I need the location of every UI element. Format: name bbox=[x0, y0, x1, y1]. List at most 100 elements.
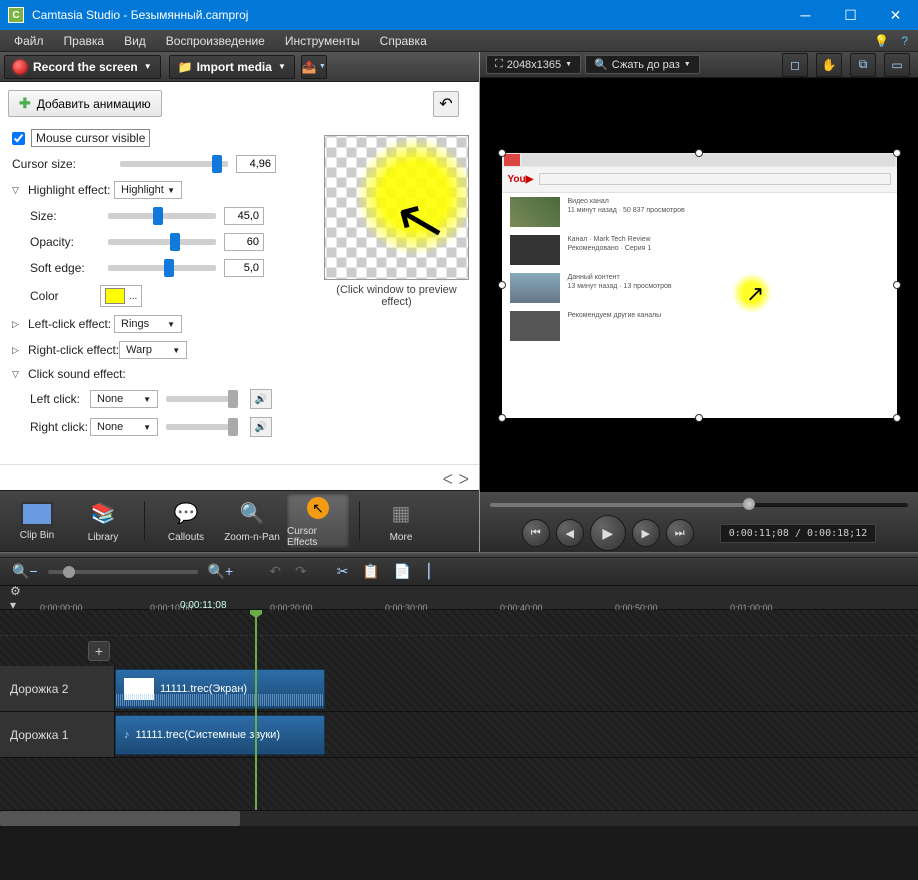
clip-video[interactable]: 11111.trec(Экран) bbox=[115, 669, 325, 709]
resize-handle[interactable] bbox=[893, 149, 901, 157]
paste-button[interactable]: 📄 bbox=[390, 561, 415, 582]
detach-canvas-button[interactable]: ⧉ bbox=[850, 53, 876, 77]
color-picker[interactable]: ... bbox=[100, 285, 142, 307]
expand-icon[interactable]: ▷ bbox=[12, 345, 24, 356]
split-button[interactable]: ⎮ bbox=[421, 561, 436, 582]
menu-tools[interactable]: Инструменты bbox=[275, 31, 370, 51]
timecode-display: 0:00:11;08 / 0:00:18;12 bbox=[720, 524, 876, 543]
resize-handle[interactable] bbox=[695, 149, 703, 157]
scrub-thumb[interactable] bbox=[743, 498, 755, 510]
redo-button[interactable]: ↷ bbox=[291, 561, 311, 582]
right-click-volume-slider[interactable] bbox=[166, 424, 236, 430]
soft-edge-slider[interactable] bbox=[108, 265, 216, 271]
step-back-button[interactable]: ◀ bbox=[556, 519, 584, 547]
menu-playback[interactable]: Воспроизведение bbox=[156, 31, 275, 51]
prev-clip-button[interactable]: ⏮ bbox=[522, 519, 550, 547]
timeline-ruler[interactable]: ⚙ ▾ 0:00:00;00 0:00:10;00 0:00:11;08 0:0… bbox=[0, 586, 918, 610]
preview-canvas[interactable]: You▶ Видео канал11 минут назад · 50 837 … bbox=[480, 78, 918, 492]
resize-handle[interactable] bbox=[498, 281, 506, 289]
highlight-effect-dropdown[interactable]: Highlight▼ bbox=[114, 181, 182, 199]
menu-file[interactable]: Файл bbox=[4, 31, 54, 51]
undo-button[interactable]: ↶ bbox=[265, 561, 285, 582]
help-icon[interactable]: ? bbox=[901, 34, 908, 48]
library-icon: 📚 bbox=[89, 500, 117, 528]
cut-button[interactable]: ✂ bbox=[333, 561, 353, 582]
cursor-preview[interactable]: ↖ bbox=[324, 135, 469, 280]
menu-view[interactable]: Вид bbox=[114, 31, 156, 51]
timeline-scrollbar[interactable] bbox=[0, 810, 918, 826]
zoom-out-icon[interactable]: 🔍− bbox=[8, 561, 42, 582]
tab-callouts[interactable]: 💬 Callouts bbox=[155, 494, 217, 548]
size-value[interactable] bbox=[224, 207, 264, 225]
callouts-icon: 💬 bbox=[172, 500, 200, 528]
add-track-button[interactable]: + bbox=[88, 641, 110, 661]
track-2-header[interactable]: Дорожка 2 bbox=[0, 666, 115, 711]
opacity-label: Opacity: bbox=[30, 235, 100, 249]
lightbulb-icon[interactable]: 💡 bbox=[874, 34, 889, 48]
add-animation-button[interactable]: ✚ Добавить анимацию bbox=[8, 90, 162, 117]
opacity-value[interactable] bbox=[224, 233, 264, 251]
left-click-volume-slider[interactable] bbox=[166, 396, 236, 402]
close-button[interactable]: ✕ bbox=[873, 0, 918, 30]
timeline-options-button[interactable]: ⚙ ▾ bbox=[0, 584, 40, 612]
resize-handle[interactable] bbox=[695, 414, 703, 422]
scrub-bar[interactable] bbox=[490, 496, 908, 514]
size-slider[interactable] bbox=[108, 213, 216, 219]
folder-icon: 📁 bbox=[178, 60, 193, 74]
zoom-slider[interactable] bbox=[48, 570, 198, 574]
tab-cursor-effects[interactable]: ↖ Cursor Effects bbox=[287, 494, 349, 548]
tab-clip-bin[interactable]: Clip Bin bbox=[6, 494, 68, 548]
opacity-slider[interactable] bbox=[108, 239, 216, 245]
maximize-button[interactable]: ☐ bbox=[828, 0, 873, 30]
right-click-sound-dropdown[interactable]: None▼ bbox=[90, 418, 158, 436]
copy-button[interactable]: 📋 bbox=[358, 561, 383, 582]
soft-edge-value[interactable] bbox=[224, 259, 264, 277]
crop-button[interactable]: ◻ bbox=[782, 53, 808, 77]
cursor-size-value[interactable] bbox=[236, 155, 276, 173]
shrink-to-fit-dropdown[interactable]: 🔍Сжать до раз▼ bbox=[585, 55, 700, 74]
expand-icon[interactable]: ▷ bbox=[12, 319, 24, 330]
resize-handle[interactable] bbox=[498, 414, 506, 422]
tab-zoom-n-pan[interactable]: 🔍 Zoom-n-Pan bbox=[221, 494, 283, 548]
pan-button[interactable]: ✋ bbox=[816, 53, 842, 77]
right-click-preview-button[interactable]: 🔊 bbox=[250, 417, 272, 437]
produce-share-button[interactable]: 📤▼ bbox=[301, 55, 327, 79]
fullscreen-button[interactable]: ▭ bbox=[884, 53, 910, 77]
menu-help[interactable]: Справка bbox=[370, 31, 437, 51]
tab-more[interactable]: ▦ More bbox=[370, 494, 432, 548]
import-media-button[interactable]: 📁 Import media ▼ bbox=[169, 55, 295, 79]
resize-handle[interactable] bbox=[893, 281, 901, 289]
minimize-button[interactable]: ─ bbox=[783, 0, 828, 30]
step-forward-button[interactable]: ▶ bbox=[632, 519, 660, 547]
plus-icon: ✚ bbox=[19, 95, 31, 112]
left-click-preview-button[interactable]: 🔊 bbox=[250, 389, 272, 409]
track-1-header[interactable]: Дорожка 1 bbox=[0, 712, 115, 757]
mouse-cursor-visible-checkbox[interactable] bbox=[12, 132, 25, 145]
menu-edit[interactable]: Правка bbox=[54, 31, 115, 51]
resize-handle[interactable] bbox=[498, 149, 506, 157]
cursor-highlight bbox=[732, 273, 772, 313]
reset-button[interactable]: ↶ bbox=[433, 91, 459, 117]
preview-toolbar: ⛶2048x1365▼ 🔍Сжать до раз▼ ◻ ✋ ⧉ ▭ bbox=[480, 52, 918, 78]
color-label: Color bbox=[30, 289, 100, 303]
play-button[interactable]: ▶ bbox=[590, 515, 626, 551]
cursor-size-slider[interactable] bbox=[120, 161, 228, 167]
record-screen-button[interactable]: Record the screen ▼ bbox=[4, 55, 161, 79]
canvas-dimensions[interactable]: ⛶2048x1365▼ bbox=[486, 55, 581, 74]
properties-panel: Record the screen ▼ 📁 Import media ▼ 📤▼ … bbox=[0, 52, 480, 552]
clip-audio[interactable]: ♪ 11111.trec(Системные звуки) bbox=[115, 715, 325, 755]
scroll-right-icon[interactable]: ᐳ bbox=[459, 471, 469, 488]
tab-library[interactable]: 📚 Library bbox=[72, 494, 134, 548]
scroll-left-icon[interactable]: ᐸ bbox=[443, 471, 453, 488]
left-click-sound-dropdown[interactable]: None▼ bbox=[90, 390, 158, 408]
scrollbar-thumb[interactable] bbox=[0, 811, 240, 826]
playhead-time: 0:00:11;08 bbox=[180, 600, 227, 611]
playhead[interactable] bbox=[255, 610, 257, 810]
zoom-in-icon[interactable]: 🔍+ bbox=[204, 561, 238, 582]
next-clip-button[interactable]: ⏭ bbox=[666, 519, 694, 547]
right-click-effect-dropdown[interactable]: Warp▼ bbox=[119, 341, 187, 359]
resize-handle[interactable] bbox=[893, 414, 901, 422]
left-click-effect-dropdown[interactable]: Rings▼ bbox=[114, 315, 182, 333]
collapse-icon[interactable]: ▽ bbox=[12, 185, 24, 196]
collapse-icon[interactable]: ▽ bbox=[12, 369, 24, 380]
